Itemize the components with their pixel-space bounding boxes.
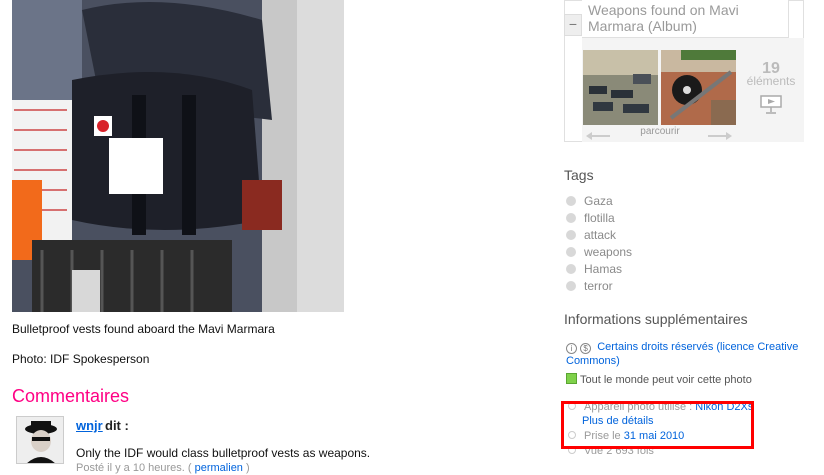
album-title-link[interactable]: Weapons found on Mavi Marmara (Album) [588,2,788,34]
tag-label: terror [584,279,613,293]
license-link[interactable]: Certains droits réservés (licence Creati… [566,341,798,367]
slideshow-icon[interactable] [760,94,782,114]
visibility-line: Tout le monde peut voir cette photo [566,373,752,386]
photo-caption: Bulletproof vests found aboard the Mavi … [12,322,275,336]
album-thumbnail-2[interactable] [661,50,736,125]
comment-text: Only the IDF would class bulletproof ves… [76,446,371,460]
license-line: i $ Certains droits réservés (licence Cr… [566,340,806,368]
photo-credit: Photo: IDF Spokesperson [12,352,150,366]
noncommercial-icon: $ [580,343,592,354]
tag-label: weapons [584,245,633,259]
tag-dot-icon [566,230,576,240]
main-photo[interactable] [12,0,344,312]
album-next-arrow-icon[interactable] [708,127,732,140]
comments-heading: Commentaires [12,386,130,406]
tag-item[interactable]: weapons [566,245,632,259]
avatar-image [17,417,63,463]
album-prev-arrow-icon[interactable] [586,127,610,140]
comment-item: wnjr dit : Only the IDF would class bull… [16,416,556,475]
tag-dot-icon [566,281,576,291]
tag-item[interactable]: Hamas [566,262,622,276]
info-heading: Informations supplémentaires [564,311,748,327]
album-header: Weapons found on Mavi Marmara (Album) [582,0,789,38]
comment-says-label: dit : [105,418,129,433]
tag-item[interactable]: attack [566,228,616,242]
tag-dot-icon [566,196,576,206]
comment-author-link[interactable]: wnjr [76,418,103,433]
tag-dot-icon [566,213,576,223]
visibility-text: Tout le monde peut voir cette photo [580,374,752,386]
album-thumbnail-1[interactable] [583,50,658,125]
thumbnail-image [583,50,658,125]
public-icon [566,373,577,384]
album-collapse-button[interactable]: − [564,14,582,36]
photo-image [12,0,344,312]
avatar[interactable] [16,416,64,464]
tag-dot-icon [566,247,576,257]
tag-item[interactable]: Gaza [566,194,613,208]
permalink-link[interactable]: permalien [195,462,243,474]
comment-meta: Posté il y a 10 heures. ( permalien ) [76,462,250,474]
tag-label: Gaza [584,194,613,208]
tag-label: flotilla [584,211,615,225]
highlight-box [561,401,754,449]
tag-dot-icon [566,264,576,274]
album-browse-link[interactable]: parcourir [620,126,700,137]
album-count-label: éléments [746,74,796,88]
tags-heading: Tags [564,167,594,183]
tag-item[interactable]: flotilla [566,211,615,225]
comment-posted-end: ) [246,462,250,474]
tag-label: Hamas [584,262,623,276]
tag-label: attack [584,228,617,242]
attribution-icon: i [566,343,577,354]
comment-posted: Posté il y a 10 heures. ( [76,462,192,474]
thumbnail-image [661,50,736,125]
tag-item[interactable]: terror [566,279,613,293]
